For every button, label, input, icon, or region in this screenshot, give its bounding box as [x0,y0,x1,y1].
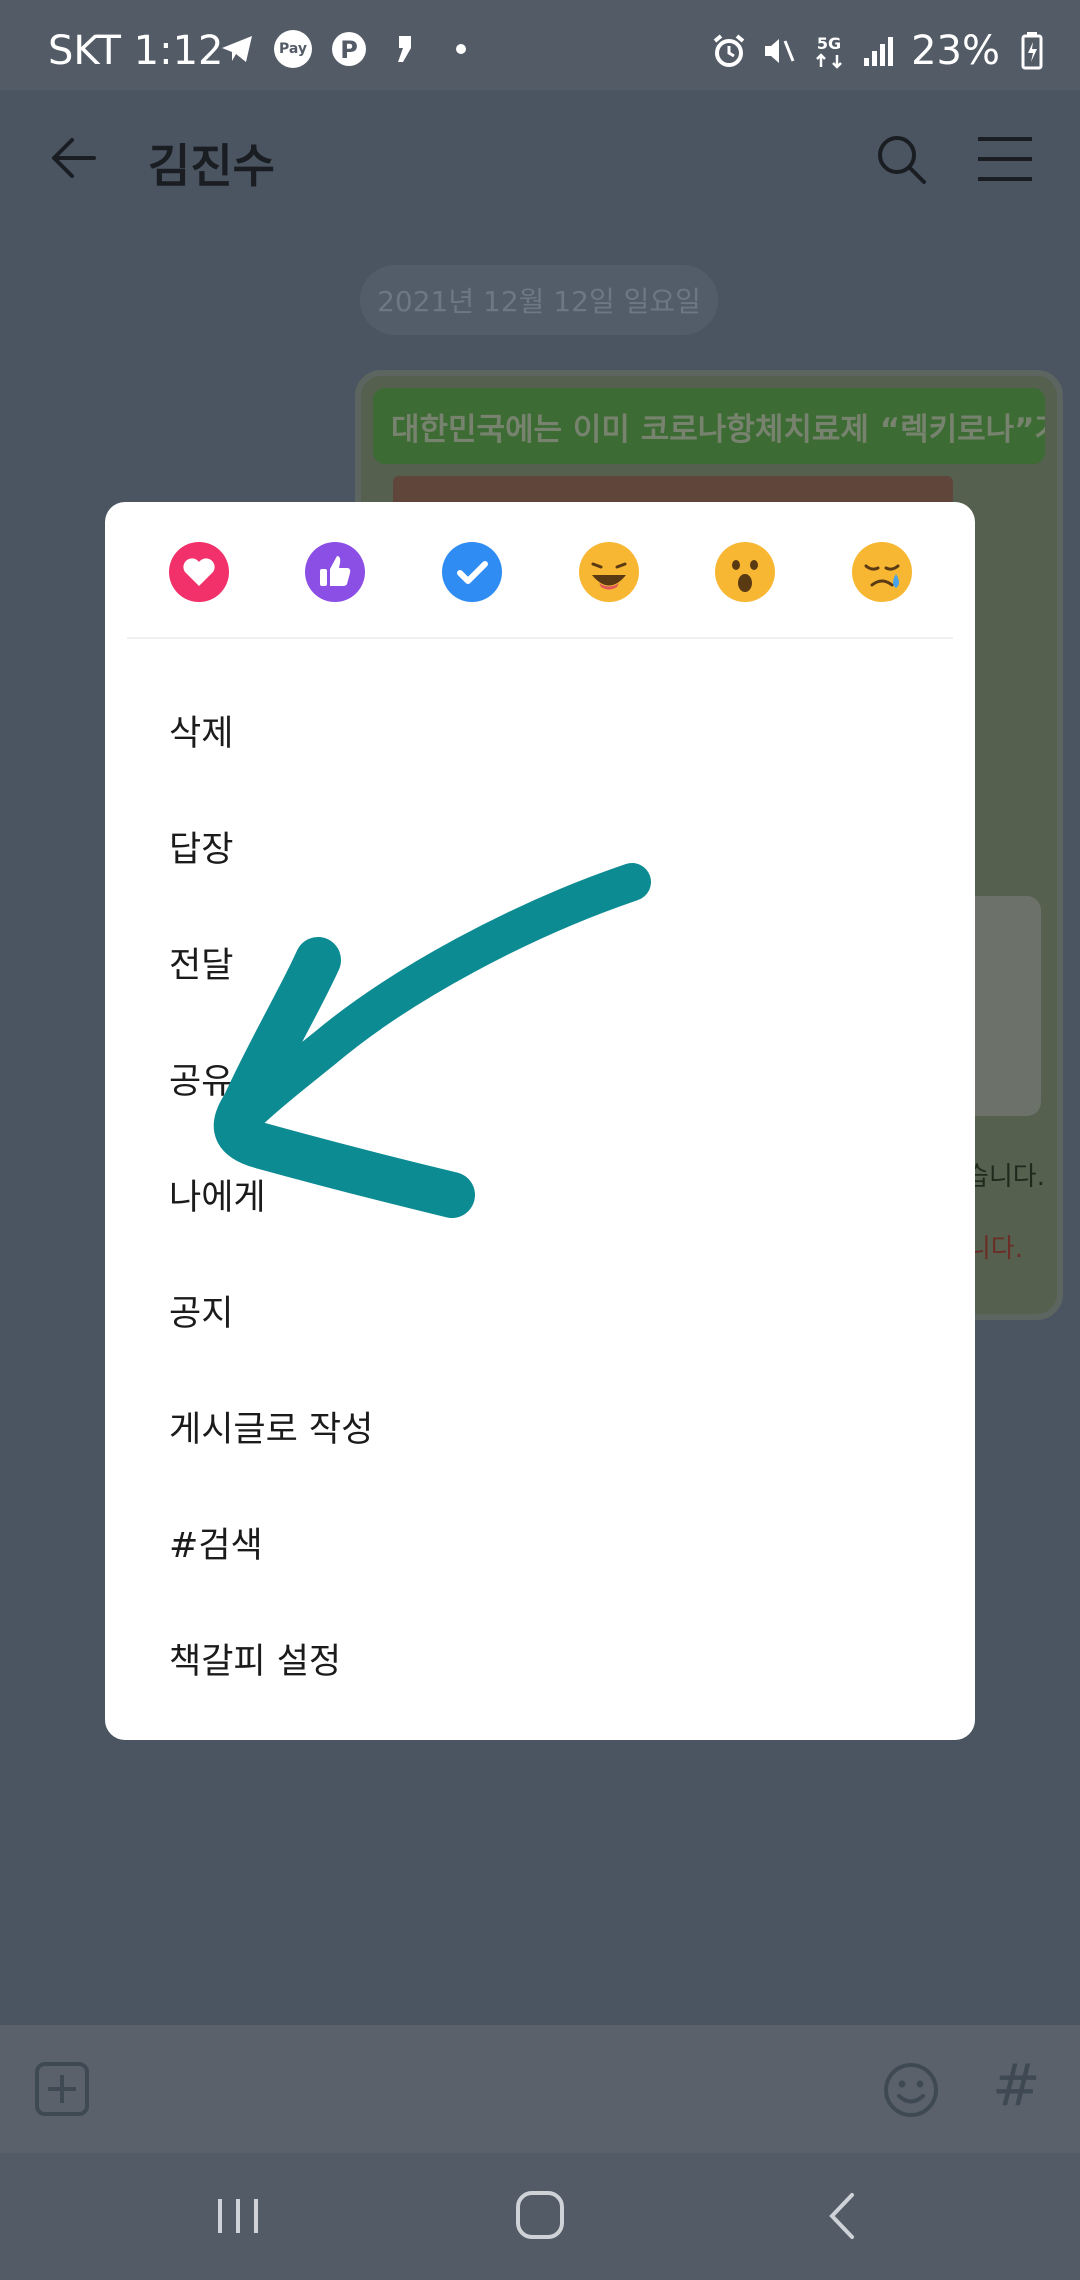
svg-text:P: P [340,36,358,64]
chat-title: 김진수 [148,139,275,193]
status-bar: SKT 1:12 Pay P 5G 23% [0,0,1080,90]
menu-list: 삭제 답장 전달 공유 나에게 공지 게시글로 작성 #검색 책갈피 설정 [105,672,975,1716]
menu-item-hashtag-search[interactable]: #검색 [105,1484,975,1600]
dot-icon [442,30,480,68]
menu-item-forward[interactable]: 전달 [105,904,975,1020]
pay-icon: Pay [274,30,312,68]
system-nav-bar [0,2153,1080,2280]
date-divider: 2021년 12월 12일 일요일 [360,265,718,335]
signal-icon [861,33,897,69]
pinterest-icon: P [330,30,368,68]
surprised-reaction-icon[interactable] [713,540,777,604]
5g-icon: 5G [811,33,847,69]
thumbs-up-reaction-icon[interactable] [303,540,367,604]
menu-item-bookmark[interactable]: 책갈피 설정 [105,1600,975,1716]
reaction-bar [105,540,975,608]
add-attachment-icon[interactable] [34,2061,90,2117]
menu-item-create-post[interactable]: 게시글로 작성 [105,1368,975,1484]
message-partial-text-1: 습니다. [964,1162,1045,1192]
back-arrow-icon[interactable] [44,128,104,188]
quote-icon [386,30,424,68]
search-icon[interactable] [872,130,932,190]
telegram-icon [218,30,256,68]
hashtag-button[interactable]: # [992,2051,1041,2119]
message-context-menu: 삭제 답장 전달 공유 나에게 공지 게시글로 작성 #검색 책갈피 설정 [105,502,975,1740]
battery-percent: 23% [911,28,1000,74]
svg-text:5G: 5G [817,34,841,53]
nav-back-icon[interactable] [822,2189,862,2243]
carrier-time: SKT 1:12 [48,28,224,74]
sad-reaction-icon[interactable] [850,540,914,604]
menu-icon[interactable] [976,134,1034,184]
reaction-divider [127,637,953,639]
menu-item-notice[interactable]: 공지 [105,1252,975,1368]
mute-icon [761,33,797,69]
alarm-icon [711,33,747,69]
menu-item-share[interactable]: 공유 [105,1020,975,1136]
message-input-bar: # [0,2025,1080,2153]
battery-icon [1014,32,1050,70]
menu-item-to-me[interactable]: 나에게 [105,1136,975,1252]
recent-apps-icon[interactable] [214,2191,262,2241]
check-reaction-icon[interactable] [440,540,504,604]
emoji-icon[interactable] [882,2061,940,2119]
menu-item-delete[interactable]: 삭제 [105,672,975,788]
notification-icons: Pay P [218,30,480,68]
home-icon[interactable] [514,2189,566,2241]
laugh-reaction-icon[interactable] [577,540,641,604]
message-partial-text-2: 니다. [966,1234,1023,1264]
heart-reaction-icon[interactable] [167,540,231,604]
chat-header: 김진수 [0,90,1080,235]
menu-item-reply[interactable]: 답장 [105,788,975,904]
message-banner-text: 대한민국에는 이미 코로나항체치료제 “렉키로나”가 있습니다. [373,388,1045,464]
system-status-icons: 5G 23% [711,28,1050,74]
